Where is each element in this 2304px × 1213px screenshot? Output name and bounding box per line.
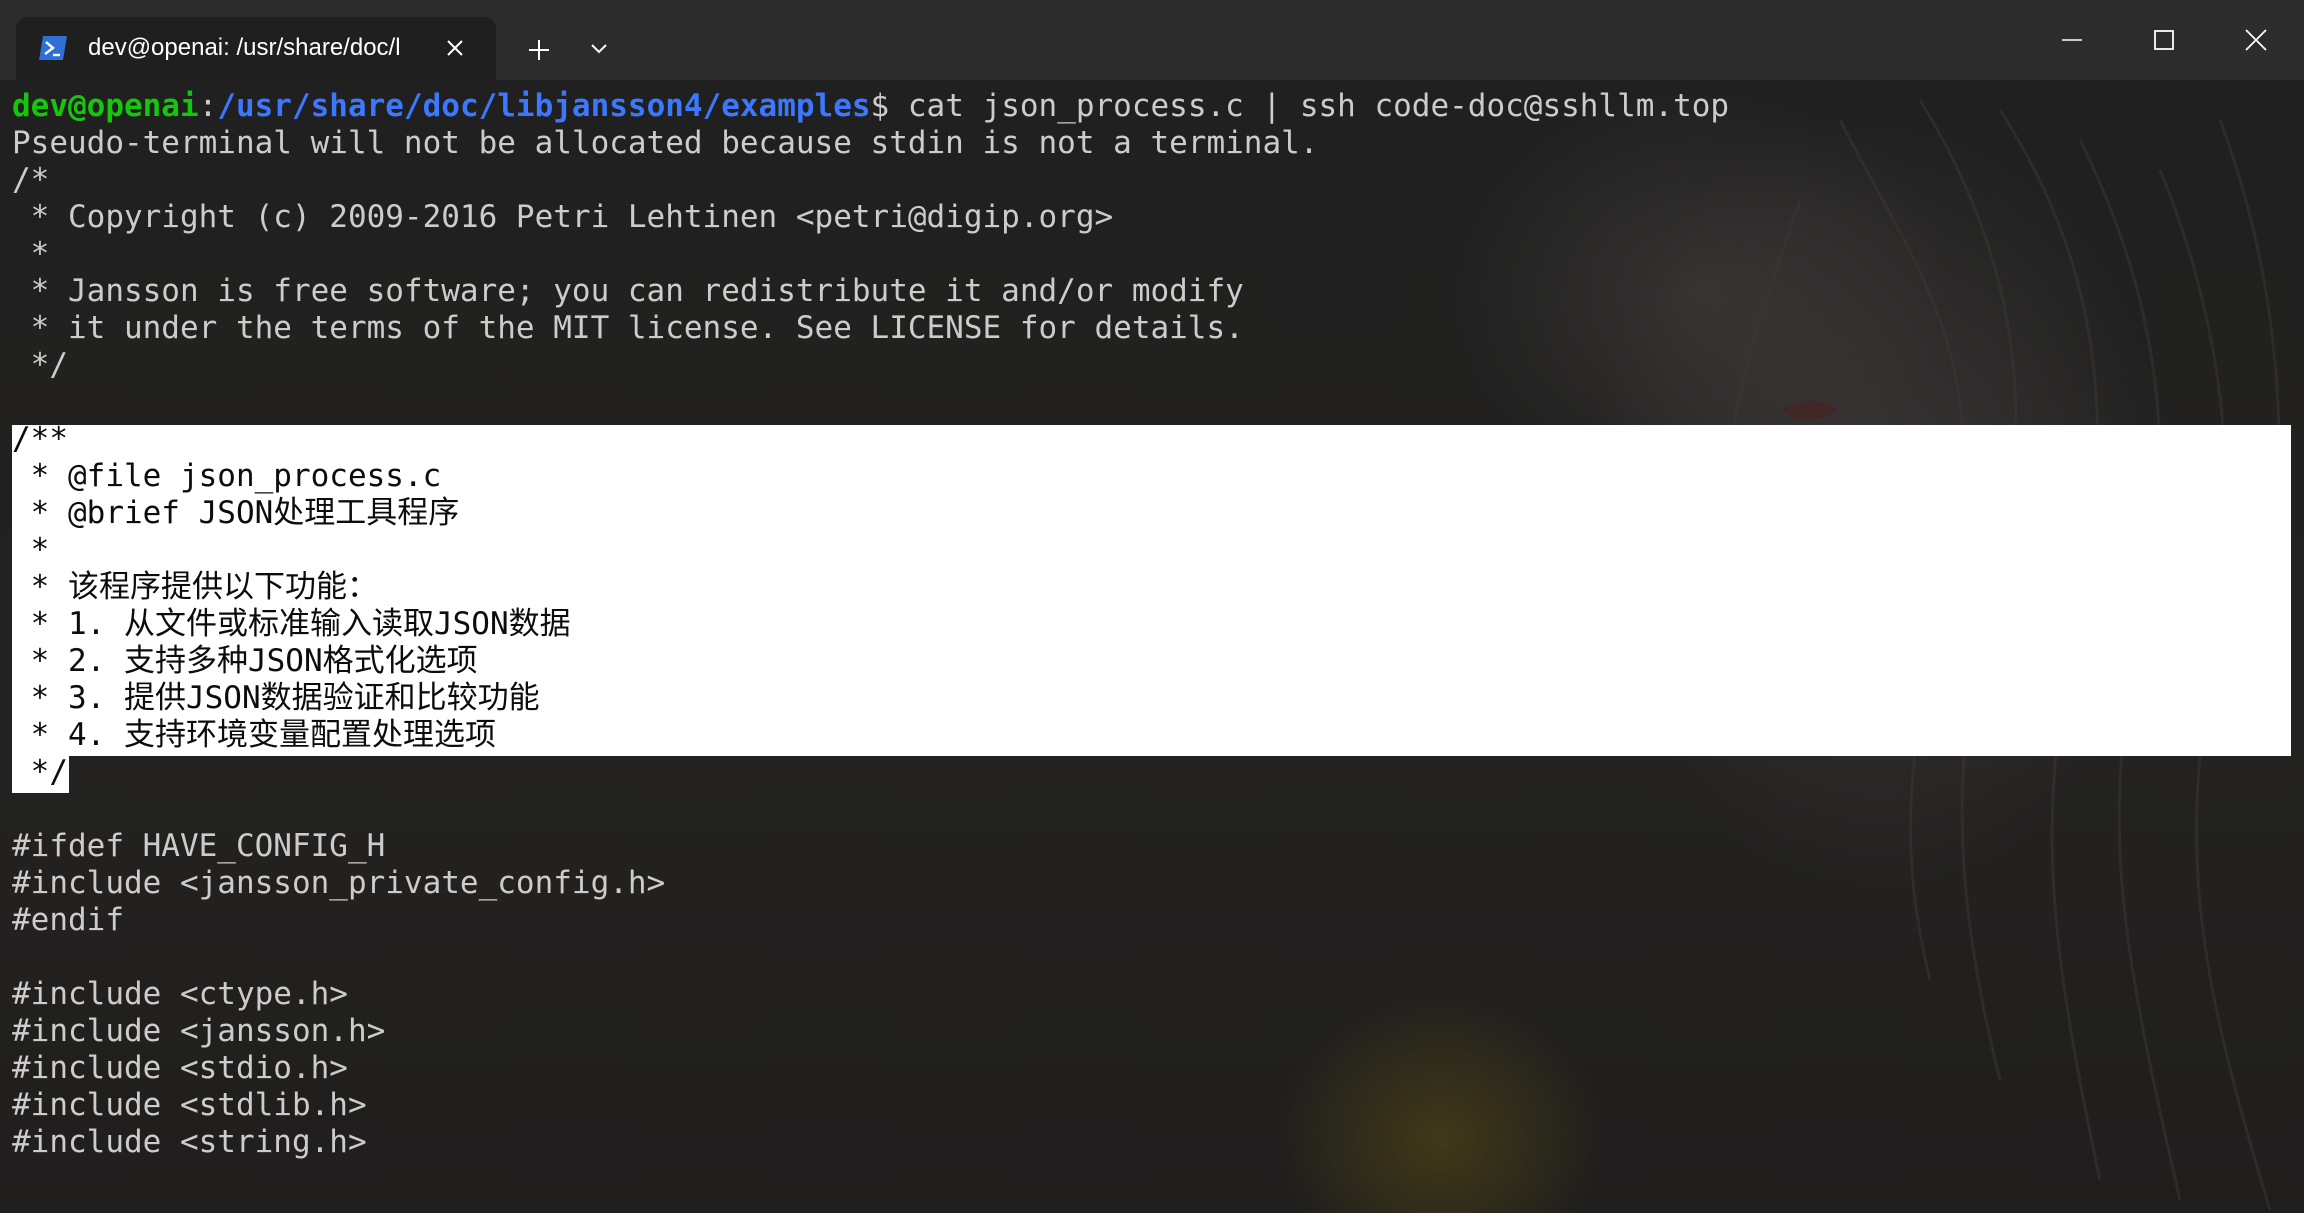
prompt-path: /usr/share/doc/libjansson4/examples xyxy=(217,88,871,124)
maximize-button[interactable] xyxy=(2118,0,2210,80)
powershell-icon xyxy=(38,35,68,61)
selected-output-line: * 4. 支持环境变量配置处理选项 xyxy=(12,717,496,753)
output-line: Pseudo-terminal will not be allocated be… xyxy=(12,125,1319,161)
close-tab-icon[interactable] xyxy=(440,33,470,63)
output-line: #include <stdio.h> xyxy=(12,1050,348,1086)
minimize-icon xyxy=(2062,39,2082,41)
output-line: /* xyxy=(12,162,50,198)
output-line: #endif xyxy=(12,902,124,938)
selected-output-line: * @file json_process.c xyxy=(12,458,442,494)
output-line: * it under the terms of the MIT license.… xyxy=(12,310,1244,346)
selected-output-line: * 1. 从文件或标准输入读取JSON数据 xyxy=(12,606,571,642)
prompt-user: dev@openai xyxy=(12,88,199,124)
minimize-button[interactable] xyxy=(2026,0,2118,80)
selected-output-line: * xyxy=(12,532,50,568)
output-line: */ xyxy=(12,347,68,383)
terminal-tab[interactable]: dev@openai: /usr/share/doc/l xyxy=(16,17,496,80)
output-line: * Copyright (c) 2009-2016 Petri Lehtinen… xyxy=(12,199,1114,235)
selected-output-line: */ xyxy=(12,754,68,790)
tab-title: dev@openai: /usr/share/doc/l xyxy=(88,34,401,61)
output-line: #include <jansson.h> xyxy=(12,1013,386,1049)
close-window-button[interactable] xyxy=(2210,0,2302,80)
close-icon xyxy=(2245,29,2267,51)
output-line: #include <string.h> xyxy=(12,1124,367,1160)
command-text: cat json_process.c | ssh code-doc@sshllm… xyxy=(889,88,1730,124)
chevron-down-icon[interactable] xyxy=(584,37,614,61)
new-tab-plus-icon[interactable] xyxy=(522,33,556,67)
output-line: #include <jansson_private_config.h> xyxy=(12,865,666,901)
selected-output-line: * 2. 支持多种JSON格式化选项 xyxy=(12,643,478,679)
prompt-colon: : xyxy=(198,88,218,124)
output-line: #include <ctype.h> xyxy=(12,976,348,1012)
terminal-pane[interactable]: dev@openai:/usr/share/doc/libjansson4/ex… xyxy=(0,80,2304,1213)
output-line: * Jansson is free software; you can redi… xyxy=(12,273,1244,309)
prompt-line: dev@openai:/usr/share/doc/libjansson4/ex… xyxy=(12,88,1729,125)
selected-output-line: * 3. 提供JSON数据验证和比较功能 xyxy=(12,680,540,716)
title-bar: dev@openai: /usr/share/doc/l xyxy=(0,0,2304,80)
selected-output-line: /** xyxy=(12,421,68,457)
prompt-dollar: $ xyxy=(870,88,890,124)
selected-output-line: * 该程序提供以下功能： xyxy=(12,569,378,605)
maximize-icon xyxy=(2154,30,2174,50)
selected-output-line: * @brief JSON处理工具程序 xyxy=(12,495,460,531)
output-line: #ifdef HAVE_CONFIG_H xyxy=(12,828,386,864)
output-line: #include <stdlib.h> xyxy=(12,1087,367,1123)
output-line: * xyxy=(12,236,50,272)
